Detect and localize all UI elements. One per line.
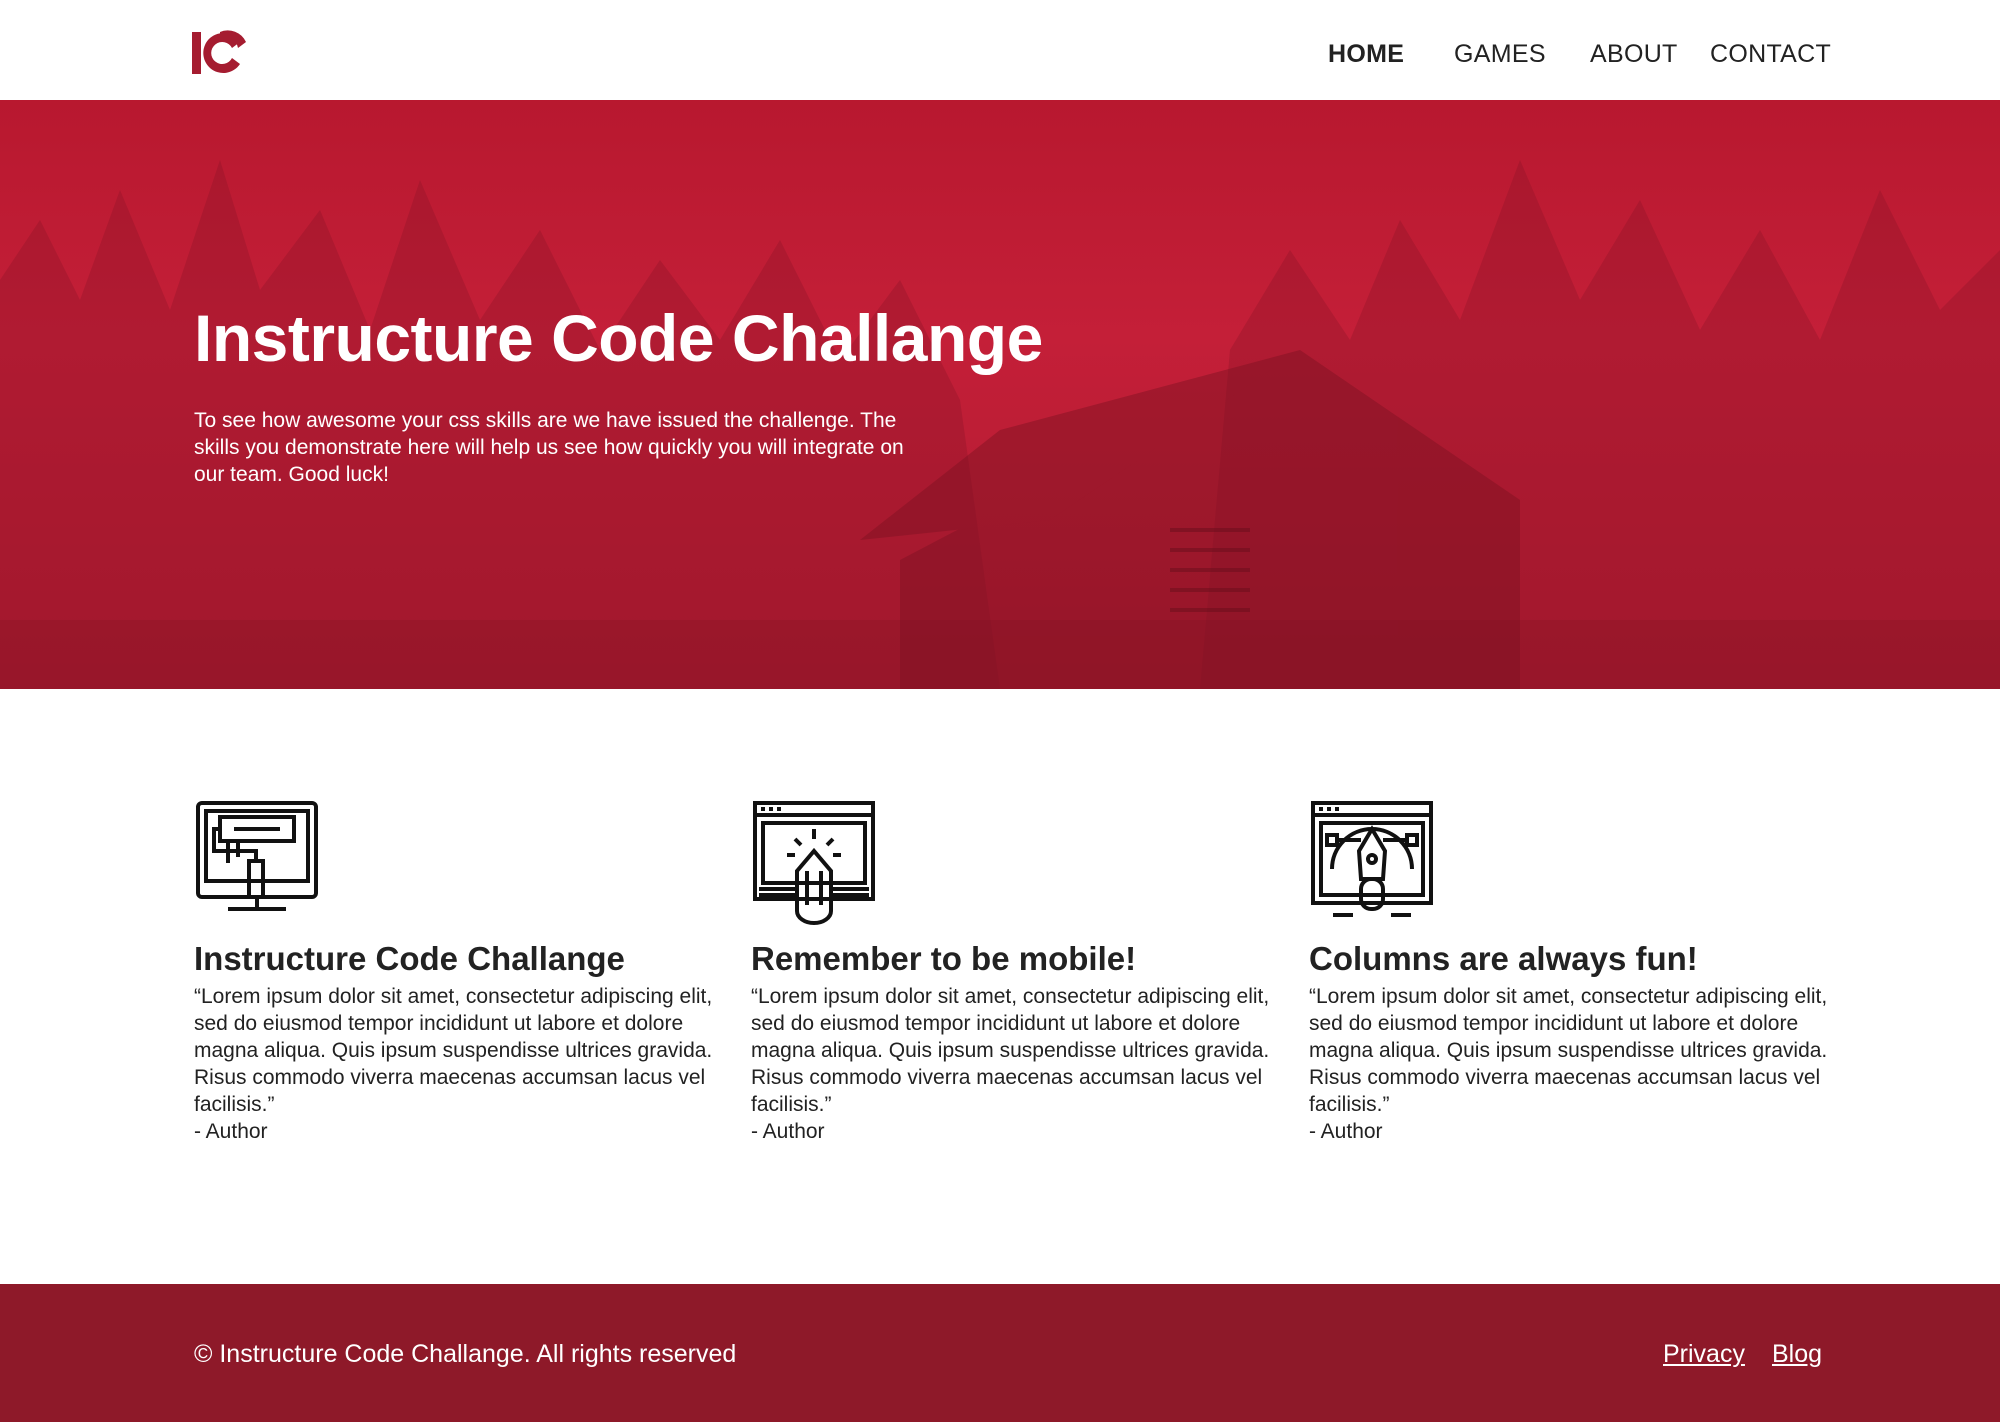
features-section: Instructure Code Challange “Lorem ipsum … — [0, 689, 2000, 1284]
main-nav: HOME GAMES ABOUT CONTACT — [0, 40, 2000, 80]
footer-copyright: © Instructure Code Challange. All rights… — [194, 1340, 737, 1368]
browser-pencil-icon — [753, 801, 875, 925]
nav-about[interactable]: ABOUT — [1590, 40, 1678, 69]
feature-author-1: - Author — [194, 1120, 268, 1143]
feature-title-3: Columns are always fun! — [1309, 940, 1698, 977]
feature-column-2: Remember to be mobile! “Lorem ipsum dolo… — [751, 799, 1281, 1145]
hero-title: Instructure Code Challange — [194, 301, 1043, 375]
hero-description: To see how awesome your css skills are w… — [194, 409, 904, 486]
browser-pen-tool-icon — [1311, 801, 1433, 917]
feature-column-3: Columns are always fun! “Lorem ipsum dol… — [1309, 799, 1839, 1145]
hero-background-image — [0, 160, 2000, 689]
nav-home[interactable]: HOME — [1328, 40, 1404, 69]
feature-title-1: Instructure Code Challange — [194, 940, 625, 977]
feature-column-1: Instructure Code Challange “Lorem ipsum … — [194, 799, 724, 1145]
feature-title-2: Remember to be mobile! — [751, 940, 1137, 977]
feature-quote-1: “Lorem ipsum dolor sit amet, consectetur… — [194, 985, 713, 1116]
feature-quote-3: “Lorem ipsum dolor sit amet, consectetur… — [1309, 985, 1828, 1116]
footer-link-blog[interactable]: Blog — [1772, 1340, 1822, 1369]
feature-quote-2: “Lorem ipsum dolor sit amet, consectetur… — [751, 985, 1270, 1116]
site-footer: © Instructure Code Challange. All rights… — [0, 1284, 2000, 1422]
footer-link-privacy[interactable]: Privacy — [1663, 1340, 1745, 1369]
feature-author-3: - Author — [1309, 1120, 1383, 1143]
nav-games[interactable]: GAMES — [1454, 40, 1546, 69]
site-header: HOME GAMES ABOUT CONTACT — [0, 0, 2000, 100]
nav-contact[interactable]: CONTACT — [1710, 40, 1831, 69]
monitor-paint-roller-icon — [196, 801, 318, 911]
feature-author-2: - Author — [751, 1120, 825, 1143]
hero-banner: Instructure Code Challange To see how aw… — [0, 100, 2000, 689]
